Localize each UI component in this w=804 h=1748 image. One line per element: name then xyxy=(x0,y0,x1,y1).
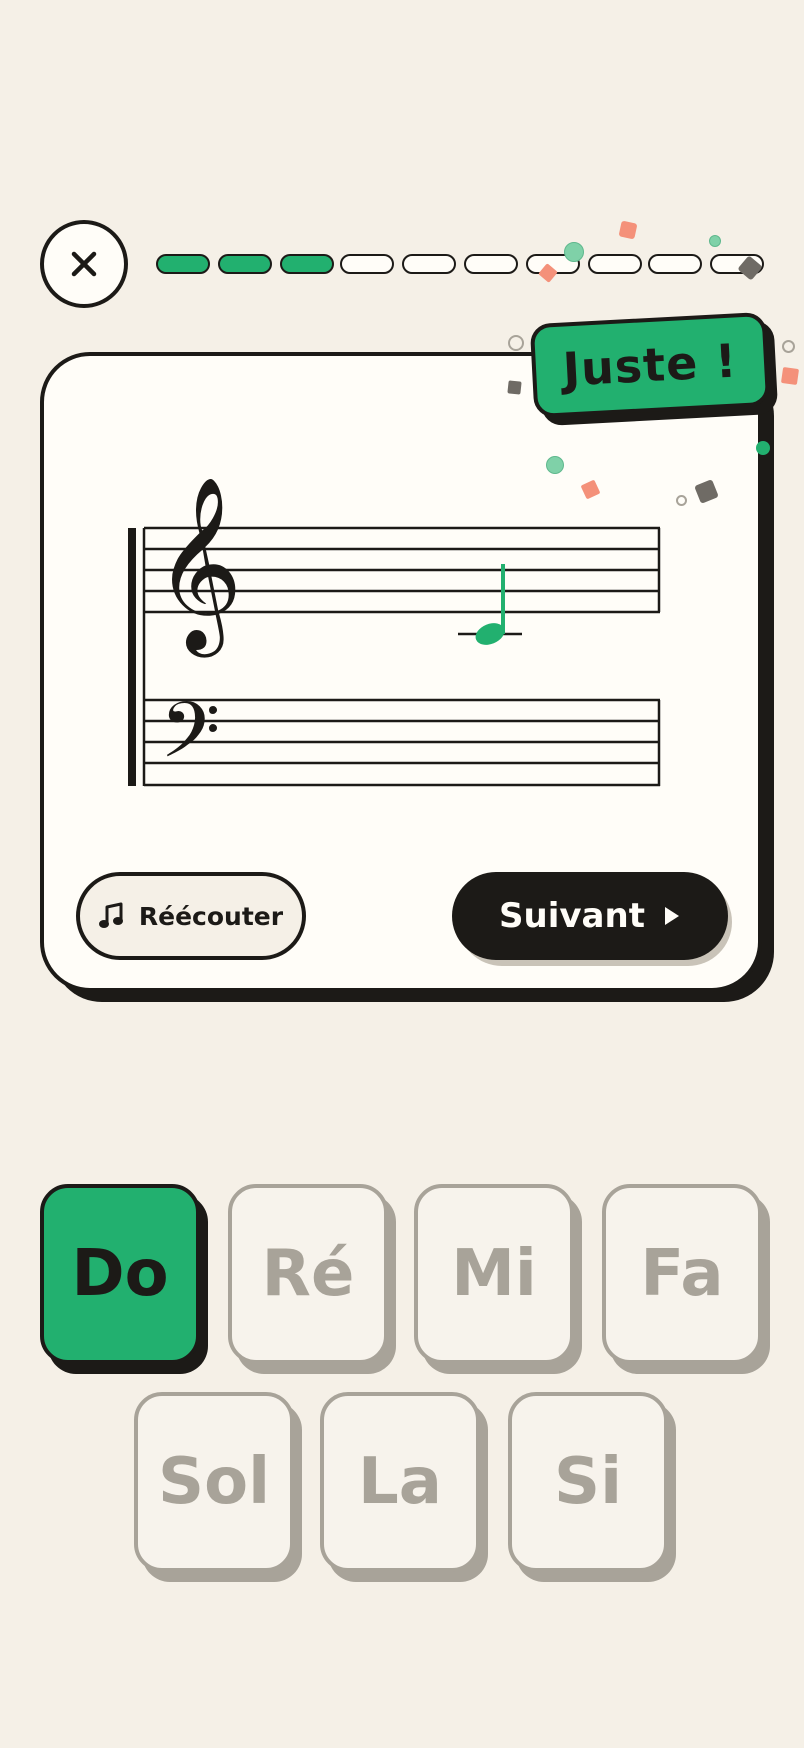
bass-staff xyxy=(144,698,661,787)
confetti-piece xyxy=(780,366,800,386)
progress-segment-8 xyxy=(588,254,642,274)
progress-segment-9 xyxy=(648,254,702,274)
answer-key-re[interactable]: Ré xyxy=(228,1184,396,1374)
confetti-piece xyxy=(756,441,770,455)
answer-key-label[interactable]: Ré xyxy=(228,1184,388,1364)
answer-key-label[interactable]: Fa xyxy=(602,1184,762,1364)
answer-key-fa[interactable]: Fa xyxy=(602,1184,770,1374)
next-label: Suivant xyxy=(499,896,645,936)
next-button[interactable]: Suivant xyxy=(452,872,728,960)
answer-key-label[interactable]: Do xyxy=(40,1184,200,1364)
quarter-note-icon xyxy=(475,564,505,645)
answer-key-la[interactable]: La xyxy=(320,1392,488,1582)
progress-segment-3 xyxy=(280,254,334,274)
confetti-piece xyxy=(709,235,721,247)
music-note-icon xyxy=(98,902,123,928)
replay-button[interactable]: Réécouter xyxy=(76,872,306,960)
answer-key-do[interactable]: Do xyxy=(40,1184,208,1374)
grand-staff: 𝄞 𝄢 xyxy=(128,476,661,795)
confetti-piece xyxy=(782,340,795,353)
confetti-piece xyxy=(676,495,687,506)
progress-segment-1 xyxy=(156,254,210,274)
confetti-piece xyxy=(507,380,522,395)
feedback-badge: Juste ! xyxy=(529,311,771,419)
feedback-label: Juste ! xyxy=(561,333,739,397)
progress-segment-4 xyxy=(340,254,394,274)
answer-key-label[interactable]: Sol xyxy=(134,1392,294,1572)
progress-segment-6 xyxy=(464,254,518,274)
progress-segment-5 xyxy=(402,254,456,274)
play-arrow-icon xyxy=(664,907,679,925)
answer-key-sol[interactable]: Sol xyxy=(134,1392,302,1582)
answer-key-label[interactable]: Si xyxy=(508,1392,668,1572)
replay-label: Réécouter xyxy=(138,901,284,931)
answer-key-si[interactable]: Si xyxy=(508,1392,676,1582)
answer-key-label[interactable]: Mi xyxy=(414,1184,574,1364)
system-bar xyxy=(128,528,136,786)
confetti-piece xyxy=(508,335,524,351)
confetti-piece xyxy=(564,242,584,262)
confetti-piece xyxy=(546,456,564,474)
treble-clef-icon: 𝄞 xyxy=(154,476,243,658)
progress-segment-2 xyxy=(218,254,272,274)
close-icon xyxy=(71,251,97,277)
answer-key-label[interactable]: La xyxy=(320,1392,480,1572)
bass-clef-icon: 𝄢 xyxy=(160,686,220,795)
progress-bar xyxy=(156,254,764,274)
confetti-piece xyxy=(618,220,638,240)
answer-key-mi[interactable]: Mi xyxy=(414,1184,582,1374)
close-button[interactable] xyxy=(40,220,128,308)
